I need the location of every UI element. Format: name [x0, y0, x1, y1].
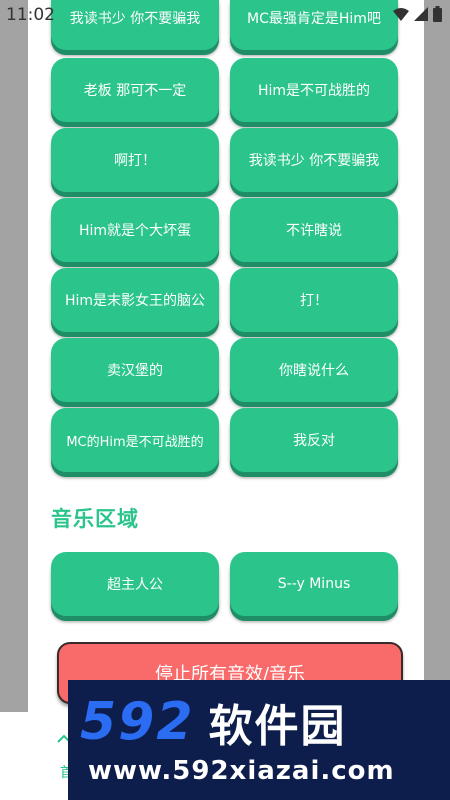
sound-button[interactable]: Him是末影女王的脑公 — [51, 268, 219, 332]
sound-button[interactable]: MC的Him是不可战胜的 — [51, 408, 219, 472]
sound-button[interactable]: 不许瞎说 — [230, 198, 398, 262]
app-screen: 我读书少 你不要骗我 MC最强肯定是Him吧 老板 那可不一定 Him是不可战胜… — [0, 0, 450, 800]
watermark-logo: 592 软件园 — [68, 692, 450, 752]
sound-button[interactable]: 打！ — [230, 268, 398, 332]
sound-button[interactable]: 我读书少 你不要骗我 — [51, 0, 219, 50]
sound-button[interactable]: Him是不可战胜的 — [230, 58, 398, 122]
sound-button[interactable]: MC最强肯定是Him吧 — [230, 0, 398, 50]
sound-button[interactable]: Him就是个大坏蛋 — [51, 198, 219, 262]
watermark-banner: 592 软件园 www.592xiazai.com — [68, 680, 450, 800]
sound-button[interactable]: 我读书少 你不要骗我 — [230, 128, 398, 192]
sound-button[interactable]: 啊打！ — [51, 128, 219, 192]
music-button[interactable]: 超主人公 — [51, 552, 219, 616]
sound-button[interactable]: 你瞎说什么 — [230, 338, 398, 402]
music-section-title: 音乐区域 — [51, 507, 139, 531]
music-button[interactable]: S--y Minus — [230, 552, 398, 616]
sound-button[interactable]: 老板 那可不一定 — [51, 58, 219, 122]
watermark-logo-text: 软件园 — [208, 701, 347, 752]
watermark-url: www.592xiazai.com — [88, 756, 395, 786]
watermark-logo-number: 592 — [80, 692, 195, 752]
sound-button[interactable]: 我反对 — [230, 408, 398, 472]
battery-icon — [433, 6, 442, 22]
bottom-nav: 首 — [0, 712, 74, 800]
sound-button[interactable]: 卖汉堡的 — [51, 338, 219, 402]
